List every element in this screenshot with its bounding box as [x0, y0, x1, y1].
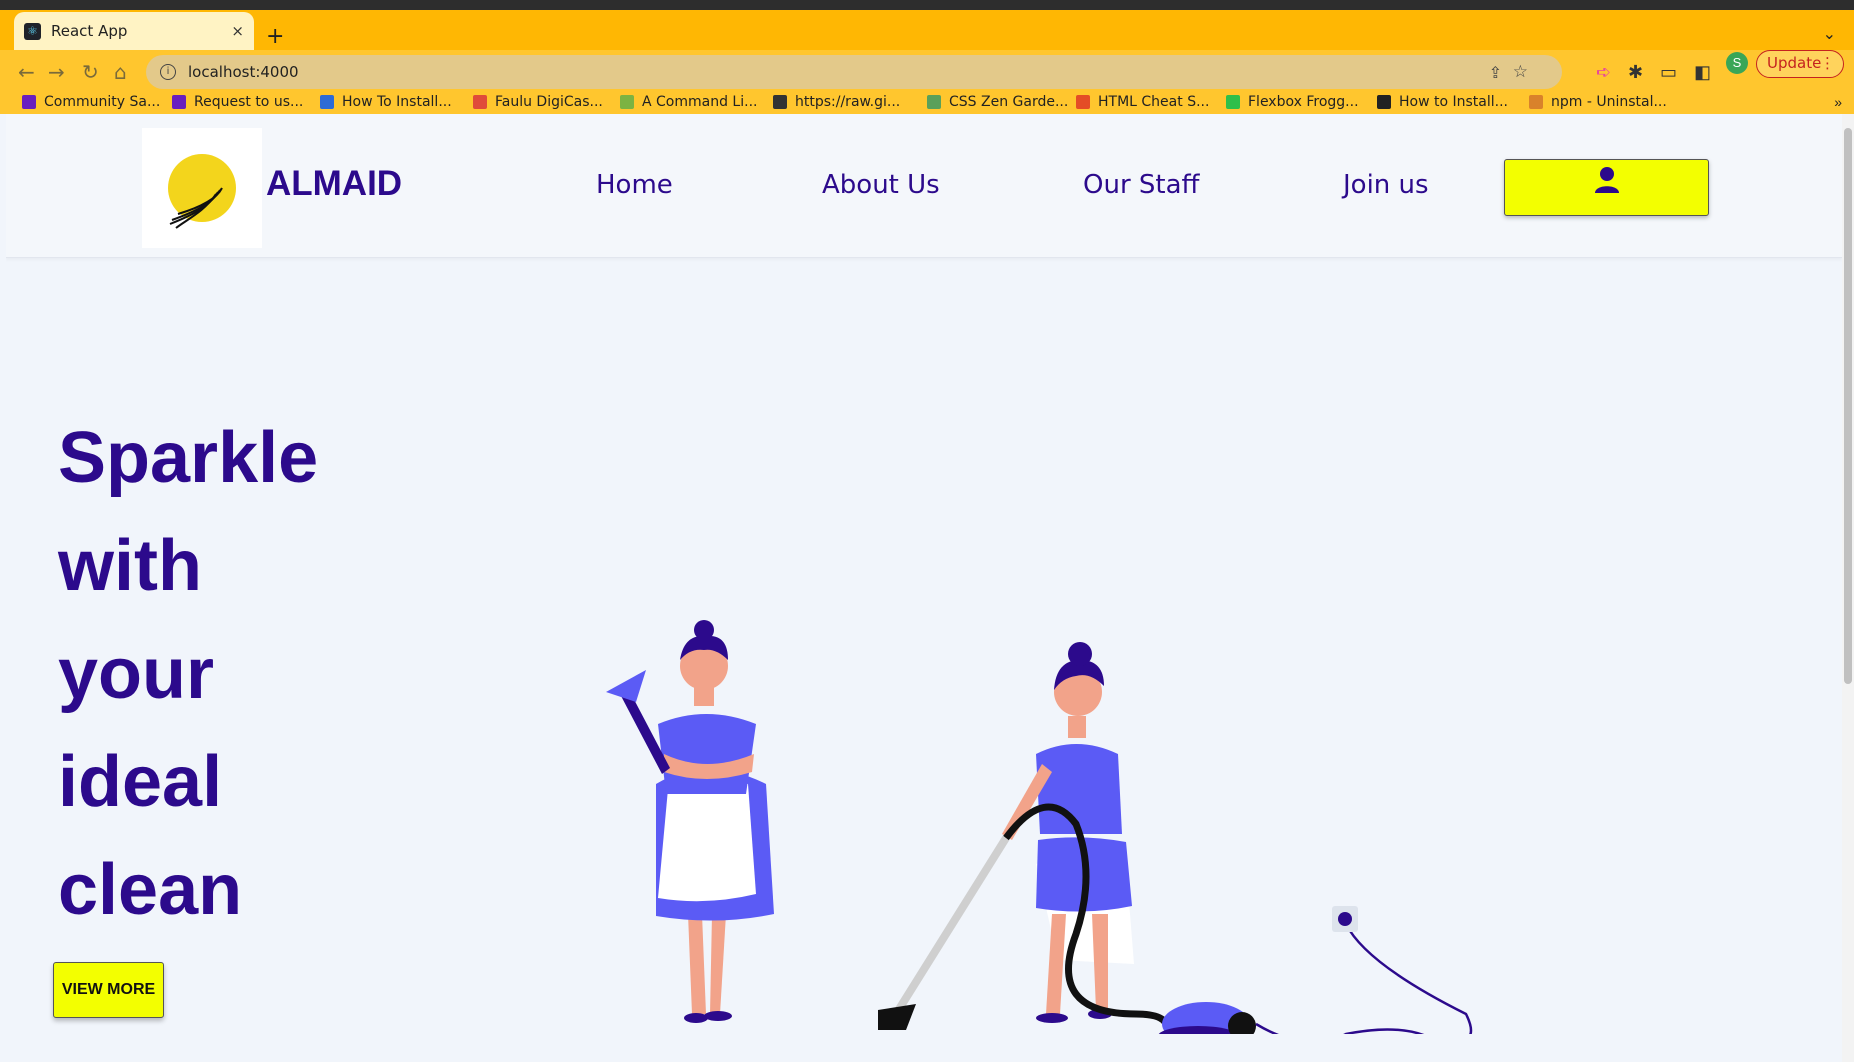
- bookmark-item[interactable]: Faulu DigiCas...: [473, 94, 603, 110]
- browser-toolbar: ← → ↻ ⌂ i localhost:4000 ⇪ ☆ ➪ ✱ ▭ ◧: [0, 50, 1854, 94]
- bookmark-label: Request to us...: [194, 94, 304, 110]
- bookmark-favicon-icon: [1529, 95, 1543, 109]
- bookmark-label: How To Install...: [342, 94, 452, 110]
- bookmark-favicon-icon: [473, 95, 487, 109]
- cast-icon[interactable]: ▭: [1660, 62, 1677, 83]
- nav-home[interactable]: Home: [596, 170, 673, 200]
- hero-headline: Sparkle with your ideal clean: [58, 404, 318, 944]
- scrollbar-thumb[interactable]: [1844, 128, 1852, 684]
- hero-line: ideal: [58, 742, 223, 822]
- bookmark-star-icon[interactable]: ☆: [1513, 62, 1528, 82]
- bookmark-item[interactable]: Flexbox Frogg...: [1226, 94, 1359, 110]
- bookmark-favicon-icon: [773, 95, 787, 109]
- bookmark-item[interactable]: How to Install...: [1377, 94, 1508, 110]
- bookmarks-bar: Community Sa... Request to us... How To In…: [0, 94, 1854, 114]
- window-top-strip: [0, 0, 1854, 10]
- address-bar[interactable]: i localhost:4000 ⇪ ☆: [146, 55, 1562, 89]
- site-info-icon[interactable]: i: [160, 64, 176, 80]
- bookmark-favicon-icon: [22, 95, 36, 109]
- cleaning-maids-illustration: [606, 620, 1473, 1034]
- bookmark-item[interactable]: Community Sa...: [22, 94, 160, 110]
- bookmark-label: Community Sa...: [44, 94, 161, 110]
- logo[interactable]: [142, 128, 262, 248]
- hero-line: Sparkle: [58, 418, 319, 498]
- bookmark-item[interactable]: How To Install...: [320, 94, 452, 110]
- bookmark-item[interactable]: A Command Li...: [620, 94, 757, 110]
- bookmark-label: A Command Li...: [642, 94, 758, 110]
- bookmark-label: Flexbox Frogg...: [1248, 94, 1359, 110]
- lemon-brush-logo-icon: [168, 154, 236, 229]
- bookmark-favicon-icon: [927, 95, 941, 109]
- bookmark-favicon-icon: [1076, 95, 1090, 109]
- bookmark-item[interactable]: https://raw.gi...: [773, 94, 900, 110]
- tab-title: React App: [51, 22, 128, 40]
- bookmark-label: CSS Zen Garde...: [949, 94, 1069, 110]
- page-viewport: ALMAID Home About Us Our Staff Join us S…: [6, 114, 1842, 1062]
- forward-arrow-icon[interactable]: →: [48, 60, 65, 84]
- brand-name[interactable]: ALMAID: [266, 164, 402, 204]
- home-icon[interactable]: ⌂: [114, 60, 127, 84]
- bookmark-favicon-icon: [620, 95, 634, 109]
- reload-icon[interactable]: ↻: [82, 60, 99, 84]
- bookmark-favicon-icon: [320, 95, 334, 109]
- hero-line: with: [58, 526, 202, 606]
- url-text: localhost:4000: [188, 63, 299, 81]
- share-icon[interactable]: ⇪: [1489, 63, 1502, 82]
- nav-join-us[interactable]: Join us: [1343, 170, 1429, 200]
- new-tab-button[interactable]: +: [266, 24, 284, 49]
- extensions-puzzle-icon[interactable]: ✱: [1628, 62, 1643, 83]
- update-label: Update: [1767, 54, 1822, 72]
- page-scrollbar[interactable]: [1842, 114, 1854, 1062]
- bookmark-favicon-icon: [172, 95, 186, 109]
- nav-our-staff[interactable]: Our Staff: [1083, 170, 1199, 200]
- user-icon: [1595, 167, 1619, 193]
- profile-avatar[interactable]: S: [1726, 52, 1748, 74]
- bookmark-item[interactable]: HTML Cheat S...: [1076, 94, 1209, 110]
- kebab-menu-icon[interactable]: ⋮: [1820, 51, 1835, 76]
- bookmark-label: HTML Cheat S...: [1098, 94, 1210, 110]
- extension-arrow-icon[interactable]: ➪: [1596, 62, 1611, 83]
- update-button[interactable]: Update ⋮: [1756, 50, 1844, 78]
- bookmark-label: npm - Uninstal...: [1551, 94, 1667, 110]
- view-more-button[interactable]: VIEW MORE: [53, 962, 164, 1018]
- bookmark-item[interactable]: Request to us...: [172, 94, 303, 110]
- bookmark-favicon-icon: [1226, 95, 1240, 109]
- bookmark-label: How to Install...: [1399, 94, 1508, 110]
- hero-line: clean: [58, 850, 243, 930]
- side-panel-icon[interactable]: ◧: [1694, 62, 1711, 83]
- hero-line: your: [58, 634, 215, 714]
- react-favicon-icon: ⚛: [24, 22, 41, 40]
- bookmark-item[interactable]: npm - Uninstal...: [1529, 94, 1667, 110]
- bookmark-label: Faulu DigiCas...: [495, 94, 603, 110]
- nav-about-us[interactable]: About Us: [822, 170, 940, 200]
- maid-standing-figure: [606, 620, 774, 1023]
- back-arrow-icon[interactable]: ←: [18, 60, 35, 84]
- site-header: ALMAID Home About Us Our Staff Join us: [6, 114, 1842, 258]
- tab-search-chevron-icon[interactable]: ⌄: [1823, 24, 1836, 44]
- bookmark-item[interactable]: CSS Zen Garde...: [927, 94, 1068, 110]
- maid-vacuuming-figure: [878, 642, 1473, 1034]
- browser-tab[interactable]: ⚛ React App ×: [14, 12, 254, 50]
- bookmark-label: https://raw.gi...: [795, 94, 901, 110]
- tab-bar: ⚛ React App × + ⌄: [0, 10, 1854, 50]
- bookmarks-overflow-button[interactable]: »: [1834, 94, 1842, 110]
- bookmark-favicon-icon: [1377, 95, 1391, 109]
- account-button[interactable]: [1504, 159, 1709, 216]
- tab-close-icon[interactable]: ×: [231, 22, 244, 40]
